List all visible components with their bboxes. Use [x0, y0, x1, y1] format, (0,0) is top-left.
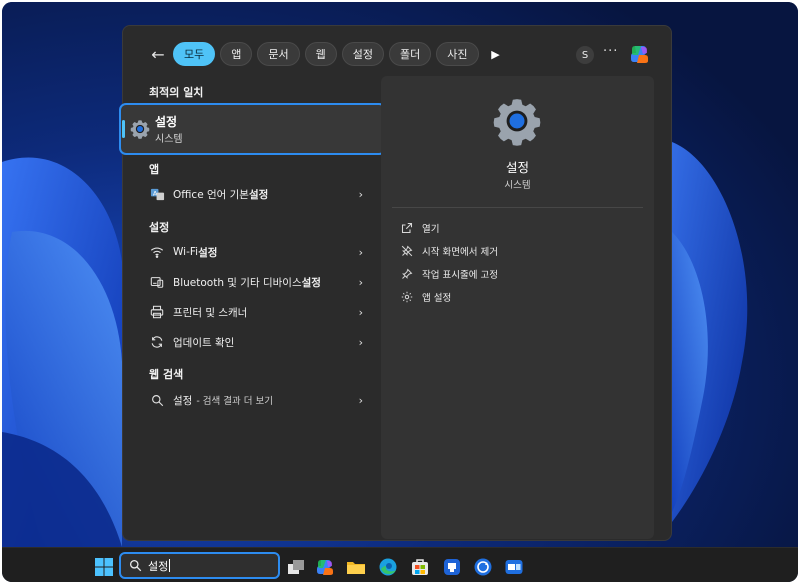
pin-icon [400, 267, 414, 281]
start-icon[interactable] [94, 557, 114, 577]
account-avatar[interactable]: S [576, 46, 594, 64]
back-arrow-icon[interactable]: ← [149, 44, 167, 64]
search-query: 설정 [148, 559, 169, 573]
text-caret [169, 559, 171, 572]
selection-indicator [122, 120, 125, 138]
result-label-prefix: Office 언어 기본 [173, 188, 249, 201]
result-label-bold: 설정 [198, 246, 218, 259]
result-check-updates[interactable]: 업데이트 확인 › [149, 328, 363, 356]
play-icon[interactable]: ▶ [486, 42, 506, 66]
chevron-right-icon[interactable]: › [359, 306, 363, 319]
action-label: 시작 화면에서 제거 [422, 247, 498, 258]
action-pin-taskbar[interactable]: 작업 표시줄에 고정 [400, 265, 498, 283]
web-query: 설정 [173, 394, 193, 407]
store-icon[interactable] [410, 557, 430, 577]
update-icon [149, 334, 165, 350]
filter-bar: ← 모두 앱 문서 웹 설정 폴더 사진 ▶ [149, 42, 506, 66]
preview-subtitle: 시스템 [504, 180, 531, 191]
filter-chip-folders[interactable]: 폴더 [389, 42, 432, 66]
divider [392, 207, 643, 208]
result-wifi-settings[interactable]: Wi-Fi 설정 › [149, 238, 363, 266]
best-match-subtitle: 시스템 [155, 134, 183, 145]
printer-icon [149, 304, 165, 320]
result-label-prefix: Bluetooth 및 기타 디바이스 [173, 276, 302, 289]
gear-icon [493, 99, 541, 146]
result-office-language[interactable]: A Office 언어 기본 설정 › [149, 180, 363, 208]
filter-chip-web[interactable]: 웹 [304, 42, 337, 66]
apps-header: 앱 [149, 163, 160, 176]
result-label-prefix: 업데이트 확인 [173, 336, 235, 349]
chevron-right-icon[interactable]: › [359, 188, 363, 201]
result-printers-scanners[interactable]: 프린터 및 스캐너 › [149, 298, 363, 326]
gear-icon [130, 120, 150, 139]
edge-icon[interactable] [378, 557, 398, 577]
action-open[interactable]: 열기 [400, 219, 439, 237]
result-label-prefix: 프린터 및 스캐너 [173, 306, 248, 319]
start-search-panel: ← 모두 앱 문서 웹 설정 폴더 사진 ▶ S ··· 최적의 일치 설정 시… [119, 25, 672, 541]
task-view-icon[interactable] [286, 557, 306, 577]
preview-pane: 설정 시스템 열기 시작 화면에서 제거 작업 표시줄에 고정 앱 설정 [381, 76, 654, 539]
action-label: 열기 [422, 224, 440, 235]
chevron-right-icon[interactable]: › [359, 246, 363, 259]
settings-header: 설정 [149, 221, 170, 234]
gear-icon [400, 290, 414, 304]
filter-chip-all[interactable]: 모두 [173, 42, 216, 66]
web-suffix: - 검색 결과 더 보기 [196, 396, 274, 407]
more-options-button[interactable]: ··· [603, 44, 618, 59]
result-web-search[interactable]: 설정 - 검색 결과 더 보기 › [149, 386, 363, 414]
search-icon [149, 392, 165, 408]
file-explorer-icon[interactable] [346, 557, 366, 577]
action-label: 작업 표시줄에 고정 [422, 270, 498, 281]
copilot-icon[interactable] [316, 557, 336, 577]
office-language-icon: A [149, 186, 165, 202]
web-search-header: 웹 검색 [149, 368, 184, 381]
filter-chip-apps[interactable]: 앱 [220, 42, 253, 66]
search-icon [129, 559, 142, 572]
open-icon [400, 221, 414, 235]
bluetooth-devices-icon [149, 274, 165, 290]
result-label-prefix: Wi-Fi [173, 246, 199, 258]
sync-icon[interactable] [473, 557, 493, 577]
wifi-icon [149, 244, 165, 260]
desktop: ← 모두 앱 문서 웹 설정 폴더 사진 ▶ S ··· 최적의 일치 설정 시… [2, 2, 798, 582]
preview-title: 설정 [505, 160, 529, 175]
action-unpin-start[interactable]: 시작 화면에서 제거 [400, 242, 498, 260]
action-app-settings[interactable]: 앱 설정 [400, 288, 451, 306]
best-match-header: 최적의 일치 [149, 86, 204, 99]
filter-chip-documents[interactable]: 문서 [257, 42, 300, 66]
remote-desktop-icon[interactable] [504, 557, 524, 577]
chevron-right-icon[interactable]: › [359, 276, 363, 289]
action-label: 앱 설정 [422, 293, 452, 304]
filter-chip-photos[interactable]: 사진 [436, 42, 479, 66]
filter-chip-settings[interactable]: 설정 [341, 42, 384, 66]
app-icon[interactable] [442, 557, 462, 577]
taskbar-search-input[interactable]: 설정 [119, 552, 280, 579]
unpin-icon [400, 244, 414, 258]
result-bluetooth-settings[interactable]: Bluetooth 및 기타 디바이스 설정 › [149, 268, 363, 296]
result-label-bold: 설정 [248, 188, 269, 201]
result-label-bold: 설정 [301, 276, 321, 289]
best-match-title: 설정 [155, 115, 178, 129]
chevron-right-icon[interactable]: › [359, 394, 363, 407]
copilot-icon[interactable] [629, 43, 651, 65]
best-match-item[interactable]: 설정 시스템 [119, 103, 386, 155]
chevron-right-icon[interactable]: › [359, 336, 363, 349]
taskbar: 설정 [2, 547, 798, 582]
